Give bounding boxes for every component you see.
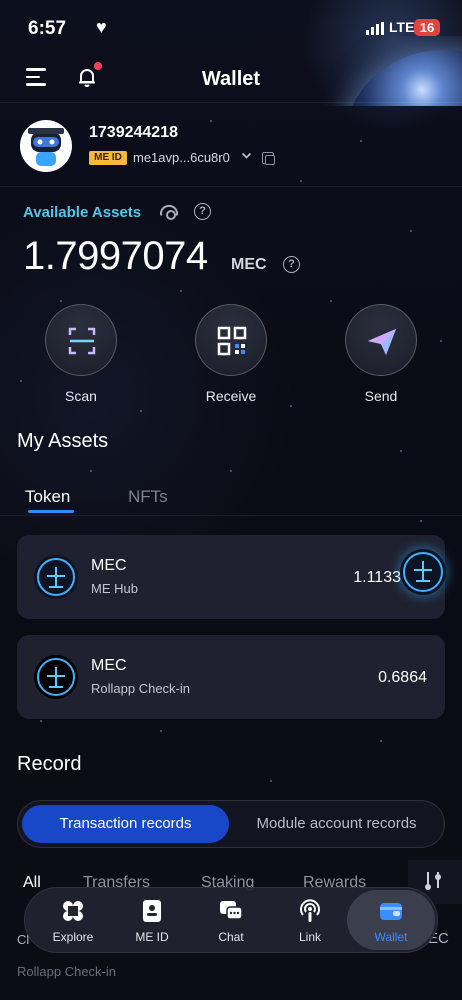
copy-icon[interactable] <box>262 152 275 165</box>
star <box>380 740 382 742</box>
star <box>300 180 302 182</box>
token-source: ME Hub <box>91 581 138 596</box>
scan-button[interactable]: Scan <box>45 304 117 404</box>
bottom-nav: Explore ME ID Chat Link Wallet <box>24 887 438 953</box>
tab-token[interactable]: Token <box>25 487 70 507</box>
tab-nfts[interactable]: NFTs <box>128 487 168 507</box>
token-source: Rollapp Check-in <box>91 681 190 696</box>
mec-token-icon <box>34 555 78 599</box>
module-account-records-button[interactable]: Module account records <box>233 805 440 843</box>
divider <box>0 515 462 516</box>
help-icon[interactable]: ? <box>283 256 300 273</box>
star <box>60 300 62 302</box>
star <box>440 340 442 342</box>
qr-code-icon <box>195 304 267 376</box>
filter-all[interactable]: All <box>23 874 41 892</box>
star <box>290 405 292 407</box>
user-id: 1739244218 <box>89 124 178 141</box>
star <box>40 720 42 722</box>
token-card[interactable]: MEC Rollapp Check-in 0.6864 <box>17 635 445 719</box>
my-assets-title: My Assets <box>17 430 109 452</box>
chat-icon <box>218 898 244 924</box>
star <box>330 300 332 302</box>
me-id-badge: ME ID <box>89 151 127 165</box>
star <box>210 120 212 122</box>
nav-link-label: Link <box>298 930 321 944</box>
token-name: MEC <box>91 657 127 674</box>
receive-button[interactable]: Receive <box>195 304 267 404</box>
scan-icon <box>45 304 117 376</box>
wallet-icon <box>378 898 404 924</box>
scan-label: Scan <box>65 388 97 404</box>
nav-explore-label: Explore <box>52 930 94 944</box>
avatar[interactable] <box>20 120 72 172</box>
nav-wallet-label: Wallet <box>374 930 408 944</box>
star <box>400 450 402 452</box>
token-card[interactable]: MEC ME Hub 1.1133 <box>17 535 446 619</box>
eye-icon[interactable] <box>160 205 178 220</box>
star <box>140 410 142 412</box>
star <box>180 290 182 292</box>
status-time: 6:57 <box>28 18 67 39</box>
battery-icon: 16 <box>414 19 440 36</box>
star <box>420 520 422 522</box>
nav-wallet[interactable]: Wallet <box>359 898 423 944</box>
star <box>90 470 92 472</box>
nav-me-id[interactable]: ME ID <box>120 898 184 944</box>
explore-icon <box>60 898 86 924</box>
record-title: Record <box>17 753 82 775</box>
send-label: Send <box>364 388 398 404</box>
nav-chat-label: Chat <box>218 930 244 944</box>
link-icon <box>297 898 323 924</box>
balance-value: 1.7997074 <box>23 234 208 278</box>
star <box>230 470 232 472</box>
chevron-down-icon[interactable] <box>241 150 252 164</box>
star <box>360 140 362 142</box>
active-tab-indicator <box>28 510 74 513</box>
nav-explore[interactable]: Explore <box>41 898 105 944</box>
record-segment-control: Transaction records Module account recor… <box>17 800 445 848</box>
receive-label: Receive <box>205 388 257 404</box>
star <box>20 380 22 382</box>
star <box>270 780 272 782</box>
record-row-subtitle: Rollapp Check-in <box>17 964 116 979</box>
id-card-icon <box>139 898 165 924</box>
signal-icon <box>366 22 384 35</box>
nav-chat[interactable]: Chat <box>199 898 263 944</box>
heart-icon: ♥ <box>96 17 107 37</box>
send-plane-icon <box>345 304 417 376</box>
mec-token-icon <box>400 549 446 595</box>
balance-unit: MEC <box>231 256 267 273</box>
available-assets-label: Available Assets <box>23 204 142 221</box>
token-value: 0.6864 <box>378 669 427 686</box>
divider <box>0 186 462 187</box>
wallet-address[interactable]: me1avp...6cu8r0 <box>133 150 230 165</box>
divider <box>0 102 462 103</box>
network-type: LTE <box>389 19 415 35</box>
help-icon[interactable]: ? <box>194 203 211 220</box>
star <box>160 730 162 732</box>
token-name: MEC <box>91 557 127 574</box>
mec-token-icon <box>34 655 78 699</box>
transaction-records-button[interactable]: Transaction records <box>22 805 229 843</box>
token-value: 1.1133 <box>353 569 401 586</box>
send-button[interactable]: Send <box>345 304 417 404</box>
page-title: Wallet <box>201 68 261 90</box>
star <box>410 230 412 232</box>
nav-me-id-label: ME ID <box>135 930 169 944</box>
nav-link[interactable]: Link <box>278 898 342 944</box>
